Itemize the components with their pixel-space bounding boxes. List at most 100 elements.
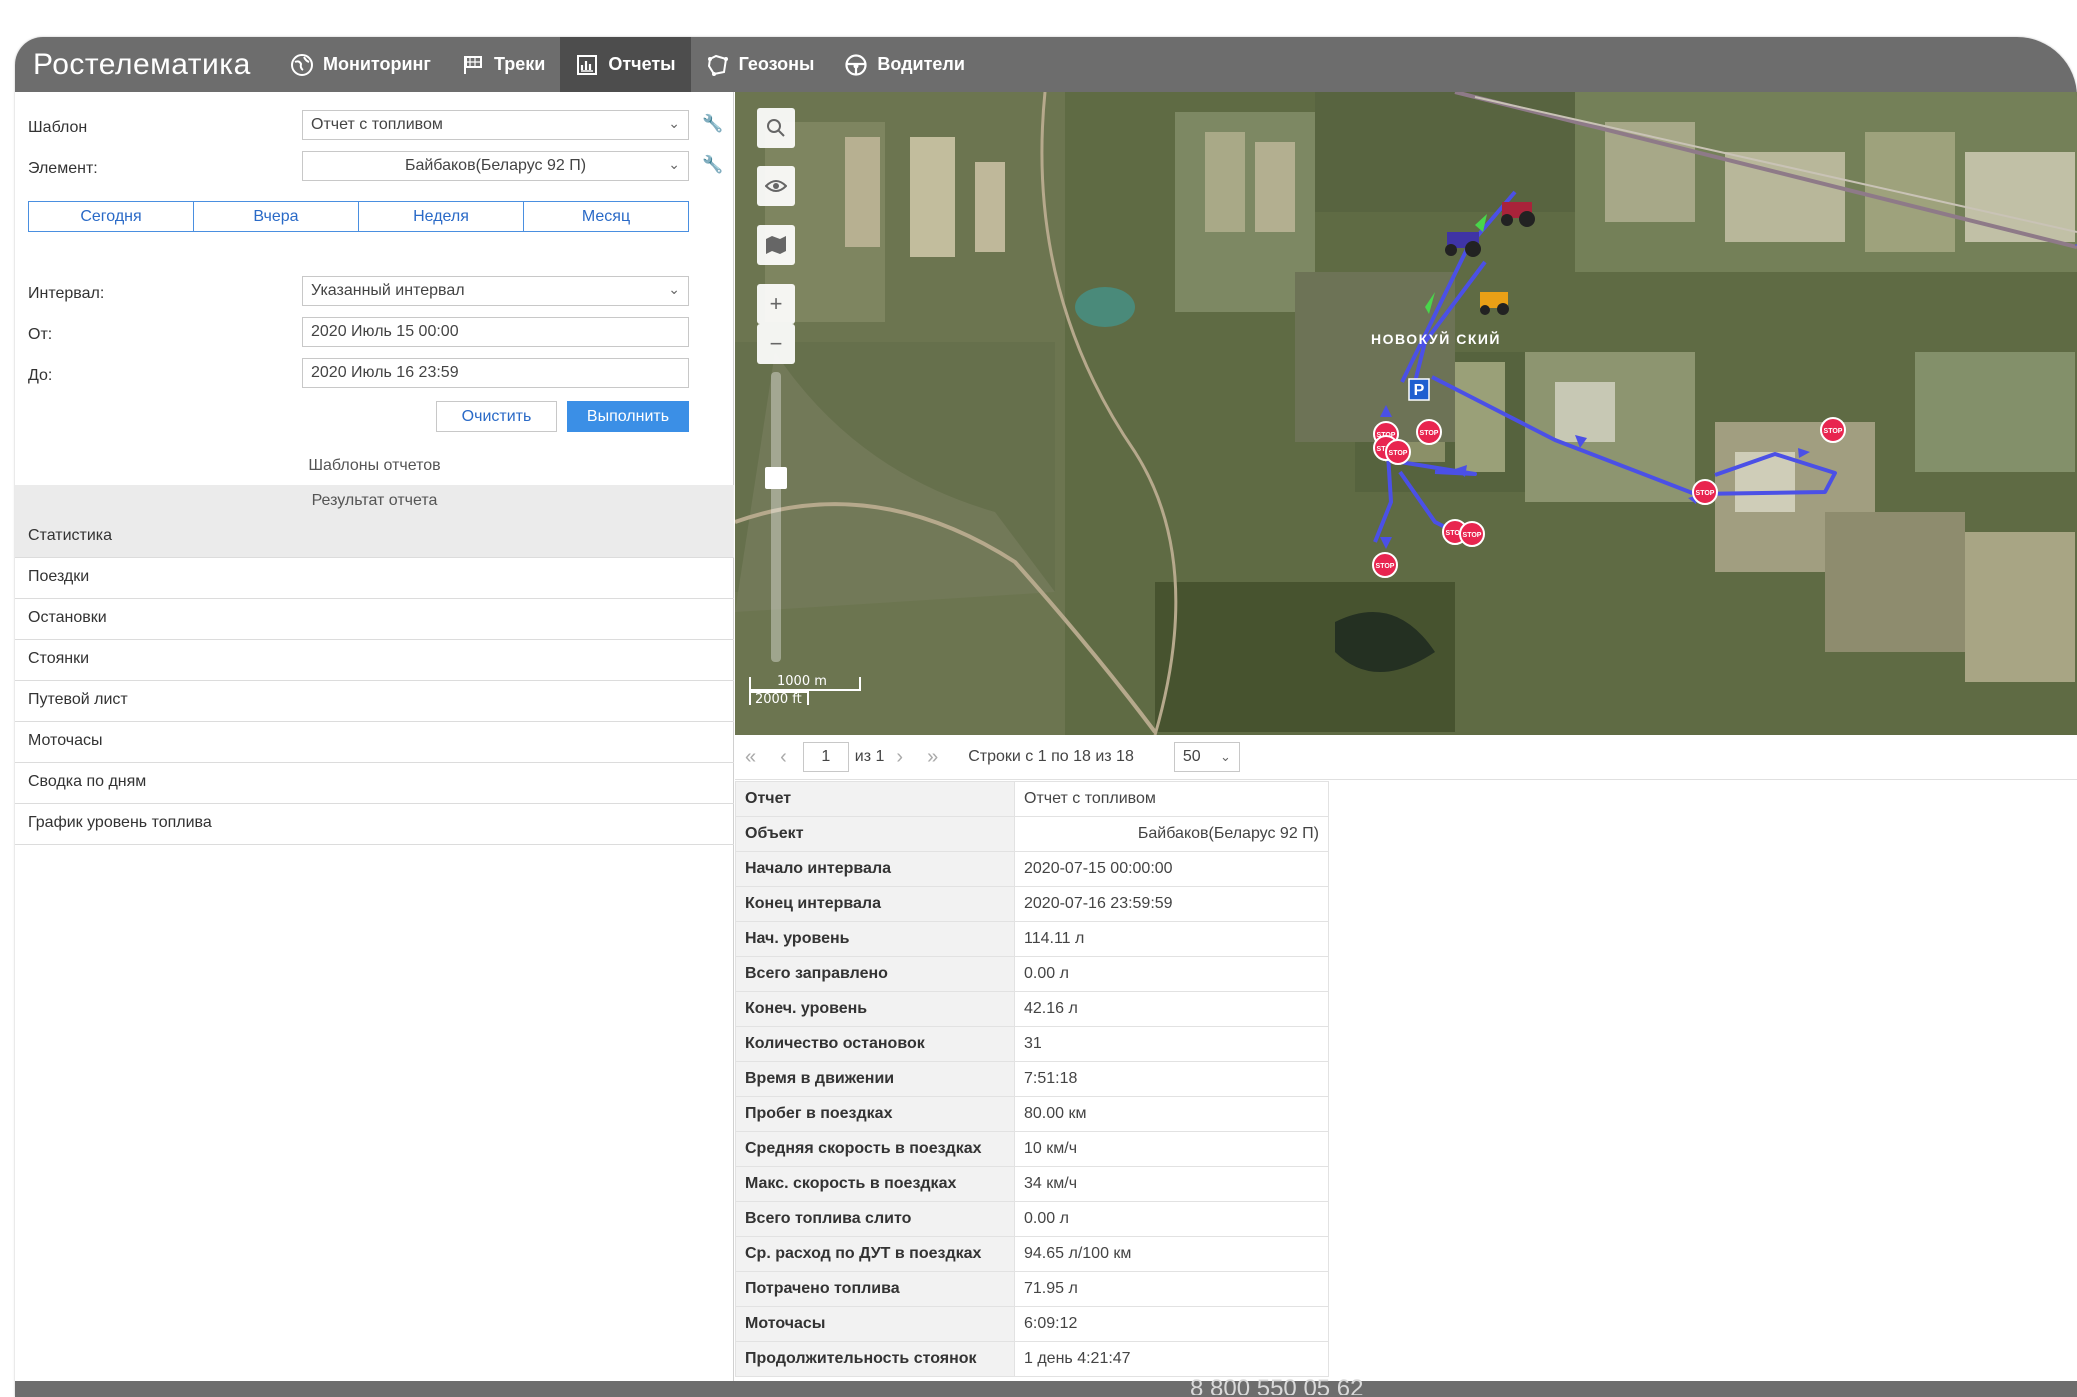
- app-window: Ростелематика Мониторинг Треки Отчеты Ге…: [15, 37, 2077, 1397]
- tab-reports[interactable]: Отчеты: [560, 37, 691, 92]
- row-key: Ср. расход по ДУТ в поездках: [735, 1236, 1015, 1272]
- row-value: 114.11 л: [1014, 921, 1329, 957]
- report-templates-link[interactable]: Шаблоны отчетов: [15, 457, 734, 475]
- tab-drivers-label: Водители: [877, 54, 965, 74]
- period-switcher: Сегодня Вчера Неделя Месяц: [28, 201, 689, 232]
- zoom-in-button[interactable]: +: [757, 284, 795, 324]
- tab-reports-label: Отчеты: [608, 54, 676, 74]
- chevron-down-icon: ⌄: [668, 156, 680, 172]
- period-today-button[interactable]: Сегодня: [29, 202, 194, 231]
- page-size-value: 50: [1182, 748, 1201, 765]
- row-key: Моточасы: [735, 1306, 1015, 1342]
- result-item-daily-summary[interactable]: Сводка по дням: [15, 763, 734, 804]
- row-key: Начало интервала: [735, 851, 1015, 887]
- report-sidebar: Шаблон Отчет с топливом ⌄ 🔧 Элемент: Бай…: [15, 92, 734, 1381]
- parking-marker: P: [1414, 382, 1425, 399]
- zoom-slider-handle[interactable]: [765, 467, 787, 489]
- from-date-input[interactable]: 2020 Июль 15 00:00: [302, 317, 689, 347]
- template-select[interactable]: Отчет с топливом ⌄: [302, 110, 689, 140]
- table-row: Отчет Отчет с топливом: [735, 781, 1329, 817]
- row-value: 71.95 л: [1014, 1271, 1329, 1307]
- interval-select[interactable]: Указанный интервал ⌄: [302, 276, 689, 306]
- eye-icon[interactable]: [757, 166, 795, 206]
- flag-icon: [463, 55, 482, 74]
- table-row: Конец интервала 2020-07-16 23:59:59: [735, 886, 1329, 922]
- element-select-value: Байбаков(Беларус 92 П): [404, 157, 587, 174]
- chevron-down-icon: ⌄: [668, 115, 680, 131]
- period-yesterday-button[interactable]: Вчера: [194, 202, 359, 231]
- row-key: Конеч. уровень: [735, 991, 1015, 1027]
- row-value: 10 км/ч: [1014, 1131, 1329, 1167]
- row-key: Потрачено топлива: [735, 1271, 1015, 1307]
- element-select[interactable]: Байбаков(Беларус 92 П) ⌄: [302, 151, 689, 181]
- report-pager: « ‹ 1 из 1 › » Строки с 1 по 18 из 18 50…: [735, 735, 2077, 780]
- zoom-slider-track[interactable]: [771, 372, 781, 662]
- interval-label: Интервал:: [28, 285, 105, 302]
- map-scale: 1000 m 2000 ft: [749, 675, 861, 707]
- page-size-select[interactable]: 50 ⌄: [1173, 742, 1240, 772]
- prev-page-icon[interactable]: ‹: [780, 746, 787, 769]
- last-page-icon[interactable]: »: [927, 746, 938, 769]
- map-view[interactable]: P НОВОКУЙ СКИЙ STOP STOP STOP STOP STOP STOP S…: [735, 92, 2077, 735]
- geofence-icon: [707, 54, 728, 76]
- row-key: Средняя скорость в поездках: [735, 1131, 1015, 1167]
- table-row: Продолжительность стоянок 1 день 4:21:47: [735, 1341, 1329, 1377]
- scale-meters: 1000 m: [749, 675, 861, 691]
- result-item-parkings[interactable]: Стоянки: [15, 640, 734, 681]
- table-row: Время в движении 7:51:18: [735, 1061, 1329, 1097]
- table-row: Начало интервала 2020-07-15 00:00:00: [735, 851, 1329, 887]
- stop-marker-label: STOP: [1696, 490, 1715, 497]
- tab-drivers[interactable]: Водители: [829, 37, 980, 92]
- zoom-out-button[interactable]: −: [757, 324, 795, 364]
- chevron-down-icon: ⌄: [1219, 749, 1231, 764]
- chevron-down-icon: ⌄: [668, 281, 680, 297]
- template-select-value: Отчет с топливом: [311, 116, 443, 133]
- page-number-input[interactable]: 1: [802, 742, 849, 772]
- row-value: 80.00 км: [1014, 1096, 1329, 1132]
- result-item-waybill[interactable]: Путевой лист: [15, 681, 734, 722]
- result-item-fuel-chart[interactable]: График уровень топлива: [15, 804, 734, 845]
- result-item-stops[interactable]: Остановки: [15, 599, 734, 640]
- first-page-icon[interactable]: «: [745, 746, 756, 769]
- tab-monitoring-label: Мониторинг: [323, 54, 431, 74]
- row-key: Пробег в поездках: [735, 1096, 1015, 1132]
- tab-tracks-label: Треки: [493, 54, 546, 74]
- tab-geofences[interactable]: Геозоны: [691, 37, 830, 92]
- table-row: Нач. уровень 114.11 л: [735, 921, 1329, 957]
- run-button[interactable]: Выполнить: [567, 401, 689, 432]
- globe-icon: [291, 53, 313, 76]
- from-label: От:: [28, 326, 53, 343]
- rows-range-label: Строки с 1 по 18 из 18: [968, 748, 1134, 765]
- map-layers-icon[interactable]: [757, 225, 795, 265]
- element-label: Элемент:: [28, 160, 98, 177]
- row-value: 2020-07-15 00:00:00: [1014, 851, 1329, 887]
- app-logo: Ростелематика: [33, 47, 251, 81]
- table-row: Макс. скорость в поездках 34 км/ч: [735, 1166, 1329, 1202]
- next-page-icon[interactable]: ›: [896, 746, 903, 769]
- tab-monitoring[interactable]: Мониторинг: [275, 37, 446, 92]
- footer-bar: 8 800 550 05 62: [15, 1379, 2077, 1397]
- row-key: Всего заправлено: [735, 956, 1015, 992]
- steering-wheel-icon: [845, 53, 867, 76]
- stop-marker-label: STOP: [1824, 428, 1843, 435]
- table-row: Ср. расход по ДУТ в поездках 94.65 л/100 …: [735, 1236, 1329, 1272]
- search-icon[interactable]: [757, 108, 795, 148]
- row-value: 1 день 4:21:47: [1014, 1341, 1329, 1377]
- row-value: Отчет с топливом: [1014, 781, 1329, 817]
- report-icon: [577, 54, 598, 75]
- row-key: Продолжительность стоянок: [735, 1341, 1015, 1377]
- result-item-engine-hours[interactable]: Моточасы: [15, 722, 734, 763]
- period-month-button[interactable]: Месяц: [524, 202, 688, 231]
- row-key: Количество остановок: [735, 1026, 1015, 1062]
- wrench-icon[interactable]: 🔧: [702, 155, 723, 175]
- row-key: Отчет: [735, 781, 1015, 817]
- result-item-trips[interactable]: Поездки: [15, 558, 734, 599]
- clear-button[interactable]: Очистить: [436, 401, 557, 432]
- period-week-button[interactable]: Неделя: [359, 202, 524, 231]
- result-item-statistics[interactable]: Статистика: [15, 517, 734, 558]
- tab-tracks[interactable]: Треки: [446, 37, 560, 92]
- to-date-input[interactable]: 2020 Июль 16 23:59: [302, 358, 689, 388]
- page-count-label: из 1: [854, 748, 885, 765]
- wrench-icon[interactable]: 🔧: [702, 114, 723, 134]
- row-value: 94.65 л/100 км: [1014, 1236, 1329, 1272]
